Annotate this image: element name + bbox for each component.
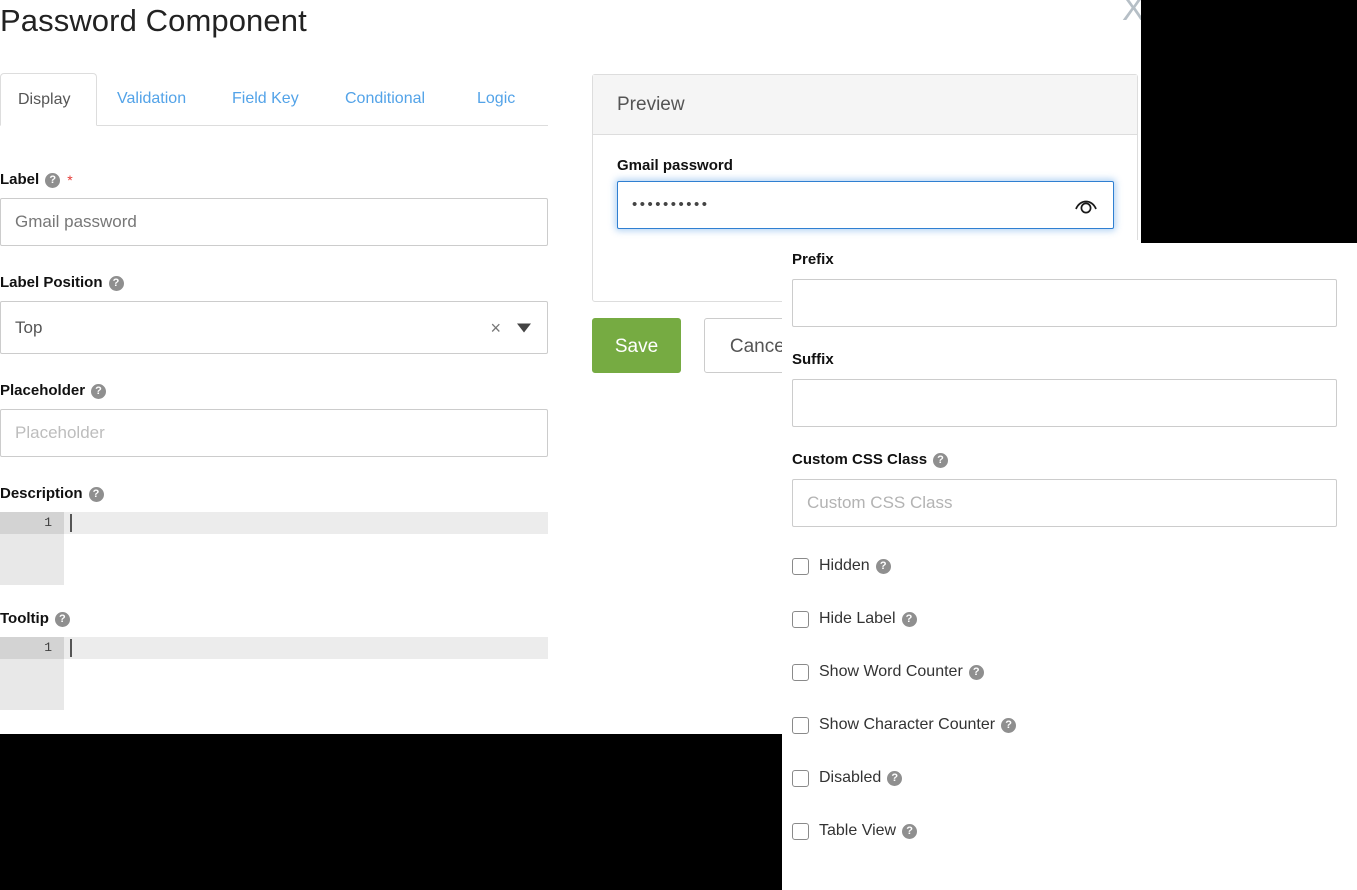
checkbox-label-text: Table View: [819, 822, 897, 839]
help-icon[interactable]: ?: [108, 275, 124, 291]
checkbox-label-text: Hide Label: [819, 610, 896, 627]
placeholder-field-label-text: Placeholder: [0, 382, 86, 399]
tab-validation[interactable]: Validation: [100, 73, 203, 126]
overlay-content: Prefix Suffix Custom CSS Class ? Hidde: [782, 250, 1357, 842]
checkbox-label-show-character-counter[interactable]: Show Character Counter ?: [819, 716, 1017, 734]
help-icon[interactable]: ?: [45, 172, 61, 188]
tab-conditional[interactable]: Conditional: [328, 73, 442, 126]
prefix-input[interactable]: [792, 279, 1337, 327]
tooltip-field-label-text: Tooltip: [0, 610, 49, 627]
editor-cursor: [70, 639, 72, 657]
label-position-label-text: Label Position: [0, 274, 103, 291]
prefix-field-group: Prefix: [792, 250, 1337, 327]
preview-panel-header: Preview: [593, 75, 1137, 135]
custom-css-class-input[interactable]: [792, 479, 1337, 527]
checkbox-label-disabled[interactable]: Disabled ?: [819, 769, 903, 787]
label-position-value: Top: [15, 317, 43, 337]
custom-css-class-label-text: Custom CSS Class: [792, 451, 928, 468]
placeholder-field-label: Placeholder ?: [0, 381, 548, 401]
occlusion-region-bottom-left: [0, 734, 782, 890]
label-position-label: Label Position ?: [0, 273, 548, 293]
editor-line-number: 1: [0, 512, 64, 534]
description-field-label: Description ?: [0, 484, 548, 504]
help-icon[interactable]: ?: [875, 558, 891, 574]
page-title: Password Component: [0, 3, 307, 38]
suffix-label: Suffix: [792, 351, 834, 368]
password-component-dialog: Password Component X Display Validation …: [0, 0, 1357, 890]
help-icon[interactable]: ?: [887, 770, 903, 786]
checkbox-show-character-counter[interactable]: [792, 716, 809, 734]
suffix-input[interactable]: [792, 379, 1337, 427]
preview-panel-body: Gmail password ••••••••••: [593, 135, 1137, 229]
prefix-label: Prefix: [792, 251, 834, 268]
checkbox-table-view[interactable]: [792, 822, 809, 840]
help-icon[interactable]: ?: [91, 383, 107, 399]
preview-password-field[interactable]: ••••••••••: [617, 181, 1114, 229]
preview-field-label: Gmail password: [617, 157, 733, 174]
help-icon[interactable]: ?: [1001, 717, 1017, 733]
tooltip-field-group: Tooltip ? 1: [0, 609, 548, 710]
help-icon[interactable]: ?: [968, 664, 984, 680]
checkbox-label-show-word-counter[interactable]: Show Word Counter ?: [819, 663, 984, 681]
checkbox-row-hide-label[interactable]: Hide Label ?: [792, 608, 1337, 630]
component-options-overlay: Prefix Suffix Custom CSS Class ? Hidde: [782, 240, 1357, 890]
custom-css-class-group: Custom CSS Class ?: [792, 450, 1337, 527]
description-field-group: Description ? 1: [0, 484, 548, 585]
checkbox-label-text: Show Character Counter: [819, 716, 996, 733]
tab-display[interactable]: Display: [0, 73, 97, 126]
help-icon[interactable]: ?: [933, 452, 949, 468]
tab-logic[interactable]: Logic: [460, 73, 532, 126]
help-icon[interactable]: ?: [54, 611, 70, 627]
checkbox-label-text: Disabled: [819, 769, 882, 786]
placeholder-input[interactable]: [0, 409, 548, 457]
label-field-group: Label ? *: [0, 170, 548, 246]
help-icon[interactable]: ?: [901, 611, 917, 627]
tooltip-field-label: Tooltip ?: [0, 609, 548, 629]
label-input[interactable]: [0, 198, 548, 246]
checkbox-label-text: Show Word Counter: [819, 663, 963, 680]
save-button[interactable]: Save: [592, 318, 681, 373]
editor-cursor: [70, 514, 72, 532]
required-marker: *: [67, 172, 73, 188]
help-icon[interactable]: ?: [88, 486, 104, 502]
custom-css-class-label: Custom CSS Class ?: [792, 450, 1337, 470]
checkbox-hide-label[interactable]: [792, 610, 809, 628]
eye-icon[interactable]: [1073, 192, 1099, 218]
checkbox-label-hide-label[interactable]: Hide Label ?: [819, 610, 917, 628]
label-position-group: Label Position ? Top ×: [0, 273, 548, 354]
tab-field-key[interactable]: Field Key: [215, 73, 316, 126]
checkbox-row-hidden[interactable]: Hidden ?: [792, 555, 1337, 577]
editor-active-line: [64, 637, 548, 659]
checkbox-disabled[interactable]: [792, 769, 809, 787]
label-position-select[interactable]: Top ×: [0, 301, 548, 354]
checkbox-hidden[interactable]: [792, 557, 809, 575]
checkbox-label-table-view[interactable]: Table View ?: [819, 822, 918, 840]
checkbox-label-hidden[interactable]: Hidden ?: [819, 557, 891, 575]
help-icon[interactable]: ?: [902, 823, 918, 839]
chevron-down-icon[interactable]: [517, 323, 531, 332]
checkbox-row-show-character-counter[interactable]: Show Character Counter ?: [792, 714, 1337, 736]
editor-line-number: 1: [0, 637, 64, 659]
checkbox-row-table-view[interactable]: Table View ?: [792, 820, 1337, 842]
placeholder-field-group: Placeholder ?: [0, 381, 548, 457]
suffix-field-group: Suffix: [792, 350, 1337, 427]
checkbox-label-text: Hidden: [819, 557, 870, 574]
editor-active-line: [64, 512, 548, 534]
tooltip-code-editor[interactable]: 1: [0, 637, 548, 710]
checkbox-row-show-word-counter[interactable]: Show Word Counter ?: [792, 661, 1337, 683]
occlusion-region-top-right: [1141, 0, 1357, 243]
description-code-editor[interactable]: 1: [0, 512, 548, 585]
preview-password-value: ••••••••••: [632, 196, 710, 213]
description-field-label-text: Description: [0, 485, 83, 502]
options-checkbox-list: Hidden ? Hide Label ? Show Word Counter: [792, 555, 1337, 842]
checkbox-show-word-counter[interactable]: [792, 663, 809, 681]
clear-icon[interactable]: ×: [490, 319, 501, 337]
label-field-label-text: Label: [0, 171, 40, 188]
checkbox-row-disabled[interactable]: Disabled ?: [792, 767, 1337, 789]
display-settings-form: Label ? * Label Position ? Top × Placeho…: [0, 126, 548, 710]
settings-tabs: Display Validation Field Key Conditional…: [0, 73, 548, 126]
label-field-label: Label ? *: [0, 170, 548, 190]
